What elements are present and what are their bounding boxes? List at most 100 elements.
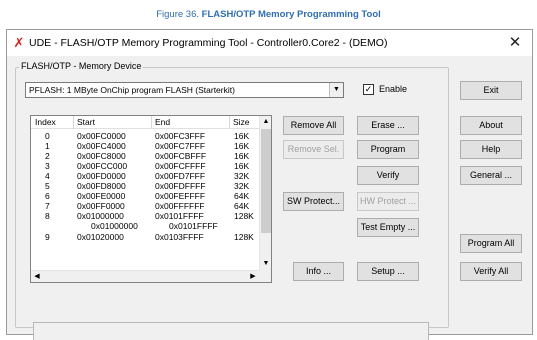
scroll-left-icon[interactable]: ◀ — [31, 271, 43, 282]
row-start: 0x00FC8000 — [77, 151, 126, 161]
horizontal-scrollbar[interactable]: ◀ ▶ — [31, 270, 259, 282]
list-row[interactable]: 1 0x00FC4000 0x00FC7FFF 16K — [31, 141, 259, 151]
row-end: 0x00FEFFFF — [155, 191, 206, 201]
column-header-end[interactable]: End — [155, 117, 170, 127]
scrollbar-corner — [259, 270, 271, 282]
column-divider[interactable] — [151, 116, 152, 129]
erase-button[interactable]: Erase ... — [357, 116, 419, 135]
list-row[interactable]: 9 0x01020000 0x0103FFFF 128K — [31, 232, 259, 242]
row-size: 128K — [234, 232, 254, 242]
list-row[interactable]: 7 0x00FF0000 0x00FFFFFF 64K — [31, 201, 259, 211]
device-dropdown[interactable]: PFLASH: 1 MByte OnChip program FLASH (St… — [25, 82, 344, 98]
row-size: 32K — [234, 171, 250, 181]
list-header: Index Start End Size — [31, 116, 259, 129]
row-end: 0x00FC7FFF — [155, 141, 206, 151]
figure-title: FLASH/OTP Memory Programming Tool — [201, 9, 381, 20]
remove-all-button[interactable]: Remove All — [283, 116, 344, 135]
test-empty-button[interactable]: Test Empty ... — [357, 218, 419, 237]
column-header-size[interactable]: Size — [233, 117, 250, 127]
scroll-down-icon[interactable]: ▼ — [260, 258, 271, 270]
row-end: 0x0101FFFF — [155, 211, 204, 221]
row-start: 0x01000000 — [91, 221, 138, 231]
row-size: 16K — [234, 131, 250, 141]
column-divider[interactable] — [229, 116, 230, 129]
info-button[interactable]: Info ... — [293, 262, 344, 281]
row-start: 0x00FD8000 — [77, 181, 126, 191]
row-start: 0x00FC4000 — [77, 141, 126, 151]
row-index: 3 — [45, 161, 50, 171]
row-end: 0x00FD7FFF — [155, 171, 206, 181]
program-button[interactable]: Program — [357, 140, 419, 159]
row-start: 0x00FD0000 — [77, 171, 126, 181]
row-end: 0x0103FFFF — [155, 232, 204, 242]
column-header-index[interactable]: Index — [35, 117, 56, 127]
scroll-right-icon[interactable]: ▶ — [247, 271, 259, 282]
row-index: 4 — [45, 171, 50, 181]
row-end: 0x0101FFFF — [169, 221, 218, 231]
row-index: 8 — [45, 211, 50, 221]
row-end: 0x00FCFFFF — [155, 161, 206, 171]
remove-sel-button[interactable]: Remove Sel. — [283, 140, 344, 159]
title-bar[interactable]: ✗ UDE - FLASH/OTP Memory Programming Too… — [7, 30, 532, 56]
row-size: 64K — [234, 191, 250, 201]
row-index: 5 — [45, 181, 50, 191]
row-size: 32K — [234, 181, 250, 191]
enable-label: Enable — [379, 84, 408, 94]
exit-button[interactable]: Exit — [460, 81, 522, 100]
row-start: 0x00FE0000 — [77, 191, 126, 201]
chevron-down-icon[interactable]: ▼ — [329, 83, 343, 97]
scroll-up-icon[interactable]: ▲ — [260, 116, 271, 128]
ude-logo-icon: ✗ — [13, 35, 25, 50]
enable-checkbox[interactable]: ✓ — [363, 84, 374, 95]
hw-protect-button[interactable]: HW Protect ... — [357, 192, 419, 211]
help-button[interactable]: Help — [460, 140, 522, 159]
row-index: 7 — [45, 201, 50, 211]
row-index: 1 — [45, 141, 50, 151]
row-size: 16K — [234, 141, 250, 151]
row-end: 0x00FDFFFF — [155, 181, 206, 191]
list-row[interactable]: 3 0x00FCC000 0x00FCFFFF 16K — [31, 161, 259, 171]
device-selected-value: PFLASH: 1 MByte OnChip program FLASH (St… — [29, 85, 235, 95]
list-row[interactable]: 6 0x00FE0000 0x00FEFFFF 64K — [31, 191, 259, 201]
vertical-scrollbar[interactable]: ▲ ▼ — [259, 116, 271, 270]
row-index: 0 — [45, 131, 50, 141]
row-size: 16K — [234, 161, 250, 171]
column-header-start[interactable]: Start — [77, 117, 95, 127]
sw-protect-button[interactable]: SW Protect... — [283, 192, 344, 211]
scroll-thumb[interactable] — [261, 129, 271, 233]
general-button[interactable]: General ... — [460, 166, 522, 185]
list-row[interactable]: 5 0x00FD8000 0x00FDFFFF 32K — [31, 181, 259, 191]
app-window: ✗ UDE - FLASH/OTP Memory Programming Too… — [6, 29, 533, 340]
list-row[interactable]: 4 0x00FD0000 0x00FD7FFF 32K — [31, 171, 259, 181]
column-divider[interactable] — [73, 116, 74, 129]
verify-all-button[interactable]: Verify All — [460, 262, 522, 281]
row-index: 6 — [45, 191, 50, 201]
list-row[interactable]: 8 0x01000000 0x0101FFFF 128K — [31, 211, 259, 221]
figure-number: Figure 36. — [156, 9, 200, 20]
group-label: FLASH/OTP - Memory Device — [19, 61, 144, 71]
setup-button[interactable]: Setup ... — [357, 262, 419, 281]
row-size: 16K — [234, 151, 250, 161]
list-row[interactable]: 2 0x00FC8000 0x00FCBFFF 16K — [31, 151, 259, 161]
row-start: 0x00FC0000 — [77, 131, 126, 141]
figure-caption: Figure 36. FLASH/OTP Memory Programming … — [0, 9, 537, 20]
row-end: 0x00FCBFFF — [155, 151, 207, 161]
sector-list[interactable]: Index Start End Size 0 0x00FC0000 0x00FC… — [30, 115, 272, 283]
window-title: UDE - FLASH/OTP Memory Programming Tool … — [29, 37, 388, 49]
row-start: 0x01000000 — [77, 211, 124, 221]
program-all-button[interactable]: Program All — [460, 234, 522, 253]
row-index: 2 — [45, 151, 50, 161]
list-row-subentry[interactable]: 0x01000000 0x0101FFFF — [31, 221, 259, 231]
list-row[interactable]: 0 0x00FC0000 0x00FC3FFF 16K — [31, 131, 259, 141]
row-size: 64K — [234, 201, 250, 211]
row-start: 0x00FCC000 — [77, 161, 128, 171]
progress-status-bar — [33, 322, 429, 340]
close-button[interactable]: ✕ — [504, 33, 526, 53]
row-size: 128K — [234, 211, 254, 221]
row-start: 0x01020000 — [77, 232, 124, 242]
row-end: 0x00FC3FFF — [155, 131, 206, 141]
row-index: 9 — [45, 232, 50, 242]
verify-button[interactable]: Verify — [357, 166, 419, 185]
about-button[interactable]: About — [460, 116, 522, 135]
row-end: 0x00FFFFFF — [155, 201, 205, 211]
